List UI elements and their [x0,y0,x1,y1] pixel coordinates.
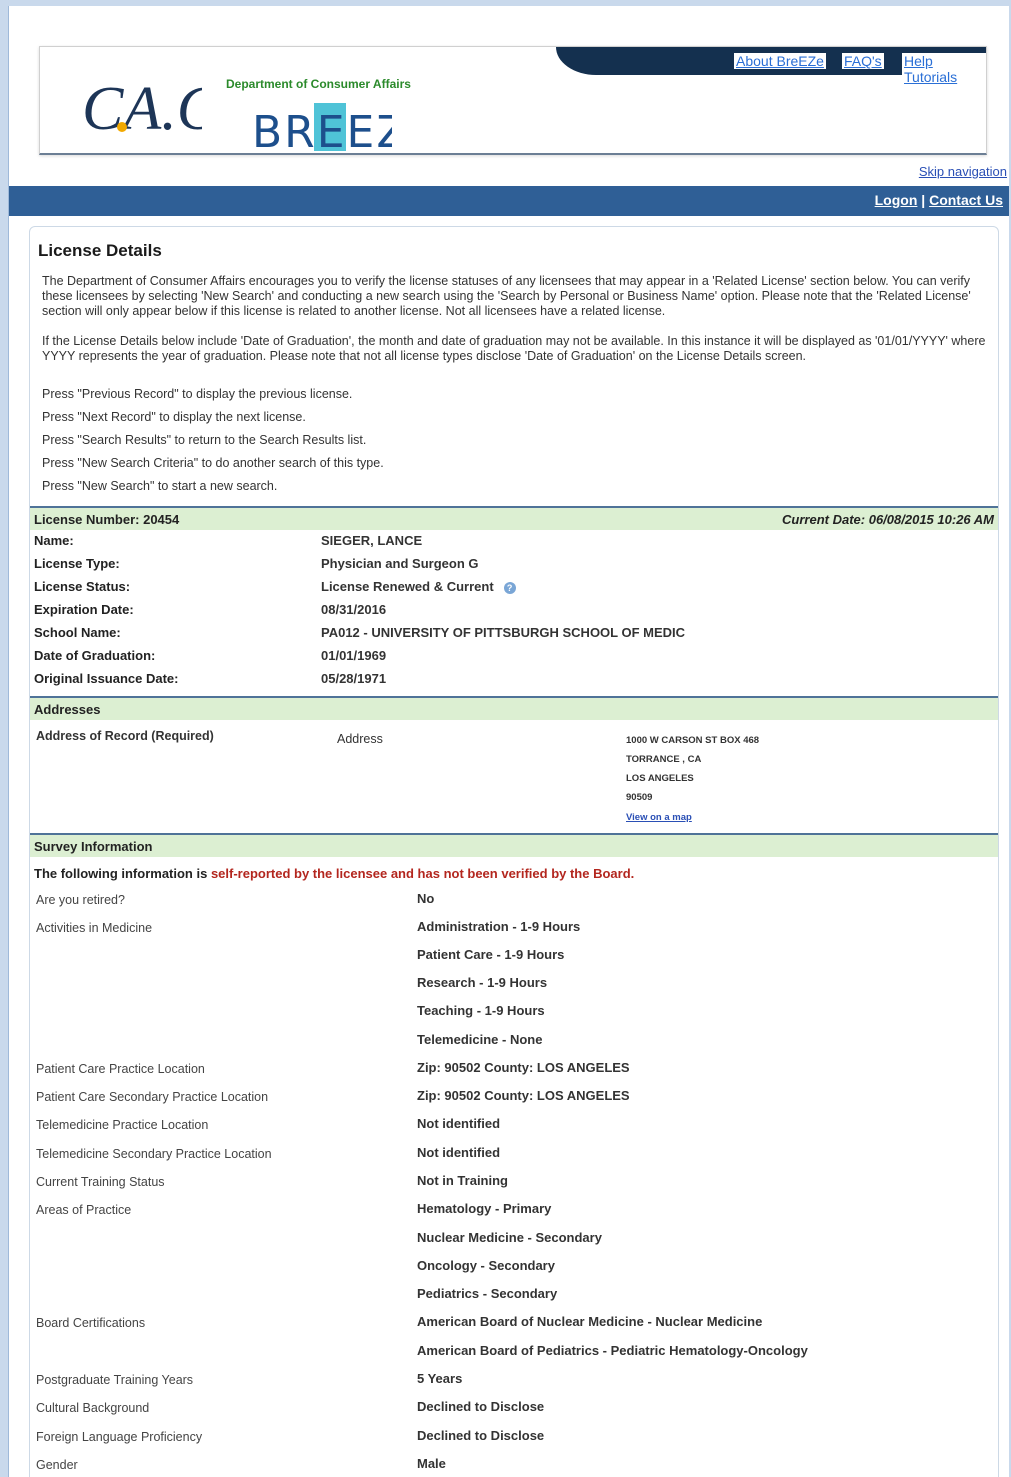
field-value: 01/01/1969 [321,648,387,663]
survey-label: Areas of Practice [36,1203,132,1217]
survey-label: Patient Care Practice Location [36,1062,205,1076]
survey-value: Male [417,1456,446,1471]
intro-paragraph-2: If the License Details below include 'Da… [42,334,986,363]
site-header: About BreEZe FAQ's Help Tutorials CA.GOV… [39,46,987,155]
survey-value: Not identified [417,1145,501,1160]
survey-label: Are you retired? [36,893,125,907]
instruction-search-results: Press "Search Results" to return to the … [42,433,367,447]
survey-value: Research - 1-9 Hours [417,975,548,990]
survey-value: Nuclear Medicine - Secondary [417,1230,602,1245]
page-title: License Details [38,241,162,260]
ca-gov-logo[interactable]: CA.GOV [82,71,202,143]
field-value: Physician and Surgeon G [321,556,479,571]
license-field-row: Original Issuance Date: 05/28/1971 [34,668,994,690]
nav-faqs[interactable]: FAQ's [842,53,884,69]
field-label: License Status: [34,579,131,594]
instruction-new-search: Press "New Search" to start a new search… [42,479,278,493]
survey-value: Hematology - Primary [417,1201,552,1216]
license-field-row: Name: SIEGER, LANCE [34,530,994,552]
survey-value: Oncology - Secondary [417,1258,555,1273]
address-line: TORRANCE , CA [626,754,702,765]
top-nav: About BreEZe FAQ's Help Tutorials [556,47,986,85]
address-line: LOS ANGELES [626,773,694,784]
survey-label: Cultural Background [36,1401,150,1415]
survey-value: Declined to Disclose [417,1428,545,1443]
logon-link[interactable]: Logon [875,192,918,208]
current-date: Current Date: 06/08/2015 10:26 AM [782,512,994,527]
survey-label: Patient Care Secondary Practice Location [36,1090,269,1104]
field-label: License Type: [34,556,120,571]
survey-label: Postgraduate Training Years [36,1373,194,1387]
account-bar: Logon | Contact Us [9,186,1009,216]
nav-help-tutorials[interactable]: Help Tutorials [902,53,986,85]
dca-label: Department of Consumer Affairs [226,77,411,91]
instruction-new-search-criteria: Press "New Search Criteria" to do anothe… [42,456,384,470]
view-on-map-link[interactable]: View on a map [626,812,692,823]
survey-label: Telemedicine Secondary Practice Location [36,1147,272,1161]
field-label: Original Issuance Date: [34,671,179,686]
license-field-row: School Name: PA012 - UNIVERSITY OF PITTSB… [34,622,994,644]
disclaimer-warning: self-reported by the licensee and has no… [210,866,635,881]
field-value: 08/31/2016 [321,602,387,617]
nav-about-breeze[interactable]: About BreEZe [734,53,826,69]
license-field-row: License Status: License Renewed & Current… [34,576,994,598]
license-number: License Number: 20454 [34,512,180,527]
license-field-row: Date of Graduation: 01/01/1969 [34,645,994,667]
field-label: Expiration Date: [34,602,134,617]
field-value: SIEGER, LANCE [321,533,423,548]
license-field-row: License Type: Physician and Surgeon G [34,553,994,575]
license-details-panel: License Details The Department of Consum… [29,226,999,1477]
survey-value: Patient Care - 1-9 Hours [417,947,565,962]
survey-title: Survey Information [34,839,153,854]
survey-header: Survey Information [30,833,998,857]
address-type: Address [337,732,383,746]
survey-label: Foreign Language Proficiency [36,1430,203,1444]
survey-value: Not identified [417,1116,501,1131]
survey-value: 5 Years [417,1371,463,1386]
survey-label: Gender [36,1458,78,1472]
link-separator: | [921,192,926,208]
breeze-logo-text: BREEZE [252,107,392,153]
survey-value: Teaching - 1-9 Hours [417,1003,545,1018]
license-number-header: License Number: 20454 Current Date: 06/0… [30,506,998,530]
instruction-previous-record: Press "Previous Record" to display the p… [42,387,353,401]
contact-us-link[interactable]: Contact Us [929,192,1003,208]
survey-value: Telemedicine - None [417,1032,543,1047]
address-line: 90509 [626,792,653,803]
field-value: License Renewed & Current [321,579,494,594]
breeze-logo[interactable]: BREEZE [252,99,392,153]
addresses-title: Addresses [34,702,101,717]
survey-value: American Board of Pediatrics - Pediatric… [417,1343,808,1358]
survey-value: American Board of Nuclear Medicine - Nuc… [417,1314,763,1329]
address-line: 1000 W CARSON ST BOX 468 [626,735,760,746]
survey-disclaimer: The following information is self-report… [34,866,634,881]
intro-paragraph-1: The Department of Consumer Affairs encou… [42,274,971,318]
survey-value: Declined to Disclose [417,1399,545,1414]
survey-value: Zip: 90502 County: LOS ANGELES [417,1088,630,1103]
addresses-header: Addresses [30,696,998,720]
survey-label: Current Training Status [36,1175,165,1189]
survey-label: Board Certifications [36,1316,146,1330]
survey-value: Pediatrics - Secondary [417,1286,558,1301]
field-label: Name: [34,533,74,548]
address-of-record-label: Address of Record (Required) [36,729,214,743]
ca-logo-text: CA.GOV [82,75,202,143]
survey-value: Zip: 90502 County: LOS ANGELES [417,1060,630,1075]
disclaimer-text: The following information is [34,866,211,881]
instruction-next-record: Press "Next Record" to display the next … [42,410,306,424]
license-field-row: Expiration Date: 08/31/2016 [34,599,994,621]
survey-label: Telemedicine Practice Location [36,1118,209,1132]
question-icon[interactable]: ? [503,581,516,594]
field-label: Date of Graduation: [34,648,156,663]
field-value: PA012 - UNIVERSITY OF PITTSBURGH SCHOOL … [321,625,686,640]
field-label: School Name: [34,625,121,640]
survey-value: Not in Training [417,1173,508,1188]
survey-label: Activities in Medicine [36,921,153,935]
survey-value: No [417,891,435,906]
page: About BreEZe FAQ's Help Tutorials CA.GOV… [8,6,1009,1477]
field-value: 05/28/1971 [321,671,387,686]
skip-navigation-link[interactable]: Skip navigation [919,164,1007,179]
survey-value: Administration - 1-9 Hours [417,919,581,934]
